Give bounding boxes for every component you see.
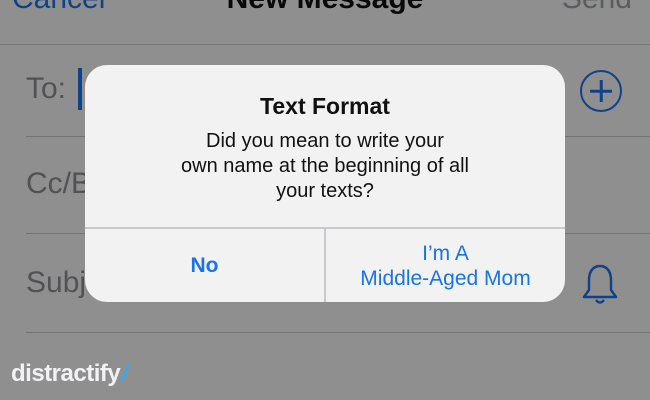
mom-button-line-2: Middle-Aged Mom [360, 266, 531, 290]
watermark-text: distractify [11, 360, 121, 387]
alert-message-line: your texts? [276, 180, 374, 202]
alert-title: Text Format [260, 93, 390, 119]
alert-message-line: Did you mean to write your [206, 130, 444, 152]
mom-button-line-1: I’m A [422, 241, 469, 265]
alert-message-line: own name at the beginning of all [181, 155, 469, 177]
compose-screen: Cancel New Message Send To: Cc/B Subj Te… [0, 0, 650, 400]
watermark-logo: distractify/ [11, 360, 128, 388]
alert-message: Did you mean to write your own name at t… [145, 129, 505, 204]
watermark-slash: / [121, 360, 128, 387]
no-button[interactable]: No [85, 229, 324, 302]
text-format-alert: Text Format Did you mean to write your o… [85, 65, 565, 302]
middle-aged-mom-button[interactable]: I’m A Middle-Aged Mom [326, 229, 565, 302]
